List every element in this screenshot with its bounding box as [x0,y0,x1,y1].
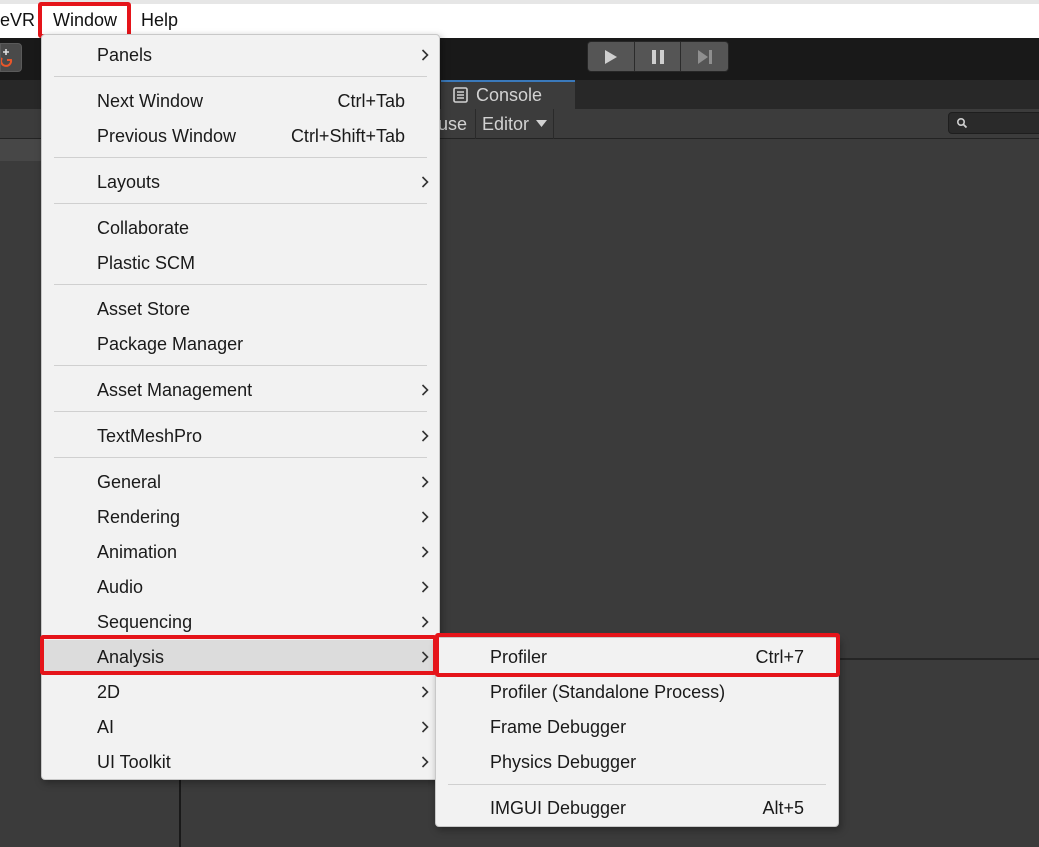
chevron-right-icon [421,686,429,698]
menu-item-general[interactable]: General [42,465,439,500]
submenu-item-imgui-debugger[interactable]: IMGUI Debugger Alt+5 [436,791,838,826]
menu-item-label: Animation [97,542,178,562]
panel-divider-vertical [179,780,181,847]
menu-separator [448,784,826,785]
chevron-right-icon [421,756,429,768]
submenu-item-profiler-standalone-process[interactable]: Profiler (Standalone Process) [436,675,838,710]
chevron-right-icon [421,581,429,593]
pause-button[interactable] [635,42,682,71]
menu-item-label: Previous Window [97,126,237,146]
menu-separator [54,157,427,158]
menu-item-next-window[interactable]: Next Window Ctrl+Tab [42,84,439,119]
menu-item-label: Asset Store [97,299,191,319]
playback-controls [587,41,729,72]
menu-item-label: Layouts [97,172,161,192]
menu-item-rendering[interactable]: Rendering [42,500,439,535]
play-button[interactable] [588,42,635,71]
menu-item-label: Plastic SCM [97,253,196,273]
menu-item-panels[interactable]: Panels [42,38,439,73]
menu-item-asset-store[interactable]: Asset Store [42,292,439,327]
menu-partial-evr[interactable]: eVR [0,8,35,32]
chevron-right-icon [421,546,429,558]
chevron-right-icon [421,721,429,733]
editor-dropdown[interactable]: Editor [475,109,554,139]
chevron-right-icon [421,49,429,61]
chevron-right-icon [421,384,429,396]
menu-item-label: 2D [97,682,121,702]
step-button[interactable] [681,42,728,71]
submenu-item-label: Profiler [490,647,548,667]
menu-item-label: Panels [97,45,153,65]
menu-item-label: Next Window [97,91,204,111]
menu-item-label: Rendering [97,507,181,527]
menu-item-label: Audio [97,577,144,597]
menu-window[interactable]: Window [53,8,117,32]
menu-item-label: AI [97,717,115,737]
menu-item-analysis[interactable]: Analysis [42,640,439,675]
menu-item-textmeshpro[interactable]: TextMeshPro [42,419,439,454]
menu-item-ai[interactable]: AI [42,710,439,745]
menu-item-asset-management[interactable]: Asset Management [42,373,439,408]
play-icon [604,49,617,64]
menu-item-layouts[interactable]: Layouts [42,165,439,200]
submenu-item-label: Physics Debugger [490,752,637,772]
pause-icon [651,49,664,64]
submenu-item-label: Frame Debugger [490,717,627,737]
menu-item-sequencing[interactable]: Sequencing [42,605,439,640]
console-icon [453,87,468,103]
submenu-item-label: Profiler (Standalone Process) [490,682,726,702]
editor-dropdown-label: Editor [482,114,530,134]
menu-item-label: Sequencing [97,612,193,632]
chevron-right-icon [421,476,429,488]
menu-item-collaborate[interactable]: Collaborate [42,211,439,246]
panel-divider-horizontal [838,658,1039,660]
submenu-item-profiler[interactable]: Profiler Ctrl+7 [436,640,838,675]
menu-item-animation[interactable]: Animation [42,535,439,570]
chevron-right-icon [421,616,429,628]
console-search-input[interactable] [948,112,1039,134]
menu-item-label: Collaborate [97,218,190,238]
menu-item-label: Package Manager [97,334,244,354]
chevron-right-icon [421,176,429,188]
step-icon [697,49,712,64]
menu-item-package-manager[interactable]: Package Manager [42,327,439,362]
menu-separator [54,203,427,204]
menu-separator [54,76,427,77]
menu-item-label: Asset Management [97,380,253,400]
collab-icon[interactable] [0,43,22,72]
menu-separator [54,411,427,412]
window-dropdown-menu: Panels Next Window Ctrl+Tab Previous Window… [41,34,440,780]
menu-item-shortcut: Ctrl+Shift+Tab [290,126,405,146]
menu-item-label: TextMeshPro [97,426,203,446]
left-panel-header [0,139,42,161]
chevron-right-icon [421,511,429,523]
chevron-right-icon [421,430,429,442]
submenu-item-shortcut: Alt+5 [762,798,804,818]
menu-item-label: UI Toolkit [97,752,171,772]
menu-separator [54,457,427,458]
menu-item-2d[interactable]: 2D [42,675,439,710]
menu-separator [54,284,427,285]
menu-item-ui-toolkit[interactable]: UI Toolkit [42,745,439,780]
menu-bar: eVR Window Help [0,0,1039,38]
tab-console-label: Console [476,85,543,105]
menu-help[interactable]: Help [141,8,178,32]
search-icon [956,117,968,129]
submenu-item-physics-debugger[interactable]: Physics Debugger [436,745,838,780]
dropdown-arrow-icon [536,120,547,127]
menu-item-label: Analysis [97,647,165,667]
tab-console[interactable]: Console [441,80,575,109]
menu-item-plastic-scm[interactable]: Plastic SCM [42,246,439,281]
analysis-submenu: Profiler Ctrl+7 Profiler (Standalone Proce… [435,637,839,827]
menu-item-previous-window[interactable]: Previous Window Ctrl+Shift+Tab [42,119,439,154]
menu-item-audio[interactable]: Audio [42,570,439,605]
menu-item-shortcut: Ctrl+Tab [337,91,405,111]
submenu-item-frame-debugger[interactable]: Frame Debugger [436,710,838,745]
submenu-item-label: IMGUI Debugger [490,798,627,818]
submenu-item-shortcut: Ctrl+7 [755,647,804,667]
menu-item-label: General [97,472,162,492]
chevron-right-icon [421,651,429,663]
menu-separator [54,365,427,366]
pause-toggle-partial[interactable]: use [438,112,467,136]
